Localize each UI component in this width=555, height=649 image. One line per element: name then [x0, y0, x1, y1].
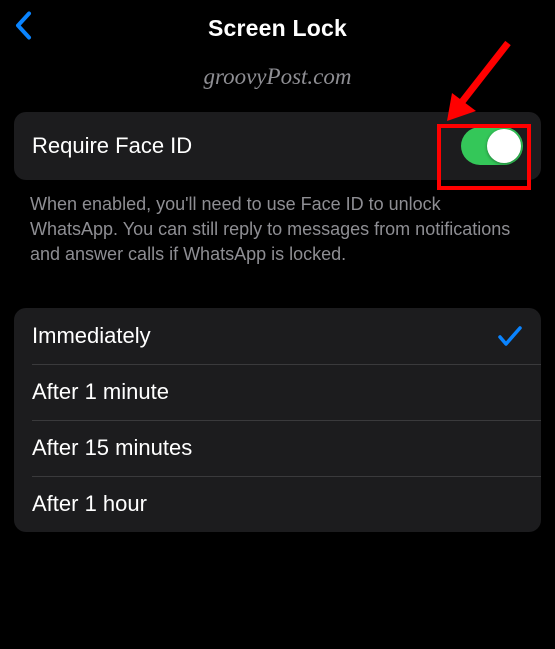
require-face-id-row[interactable]: Require Face ID — [14, 112, 541, 180]
back-button[interactable] — [14, 11, 32, 46]
timing-option-1-minute[interactable]: After 1 minute — [14, 364, 541, 420]
timing-option-label: After 1 minute — [32, 379, 169, 405]
chevron-left-icon — [14, 11, 32, 41]
watermark-text: groovyPost.com — [0, 64, 555, 90]
timing-option-1-hour[interactable]: After 1 hour — [14, 476, 541, 532]
face-id-description: When enabled, you'll need to use Face ID… — [0, 180, 555, 268]
timing-option-label: Immediately — [32, 323, 151, 349]
timing-option-label: After 15 minutes — [32, 435, 192, 461]
checkmark-icon — [497, 324, 523, 348]
timing-option-15-minutes[interactable]: After 15 minutes — [14, 420, 541, 476]
face-id-toggle[interactable] — [461, 127, 523, 165]
timing-option-label: After 1 hour — [32, 491, 147, 517]
toggle-knob — [487, 129, 521, 163]
page-title: Screen Lock — [208, 15, 347, 42]
timing-option-immediately[interactable]: Immediately — [14, 308, 541, 364]
require-face-id-label: Require Face ID — [32, 133, 192, 159]
timing-options-group: Immediately After 1 minute After 15 minu… — [14, 308, 541, 532]
nav-header: Screen Lock — [0, 0, 555, 56]
face-id-group: Require Face ID — [14, 112, 541, 180]
